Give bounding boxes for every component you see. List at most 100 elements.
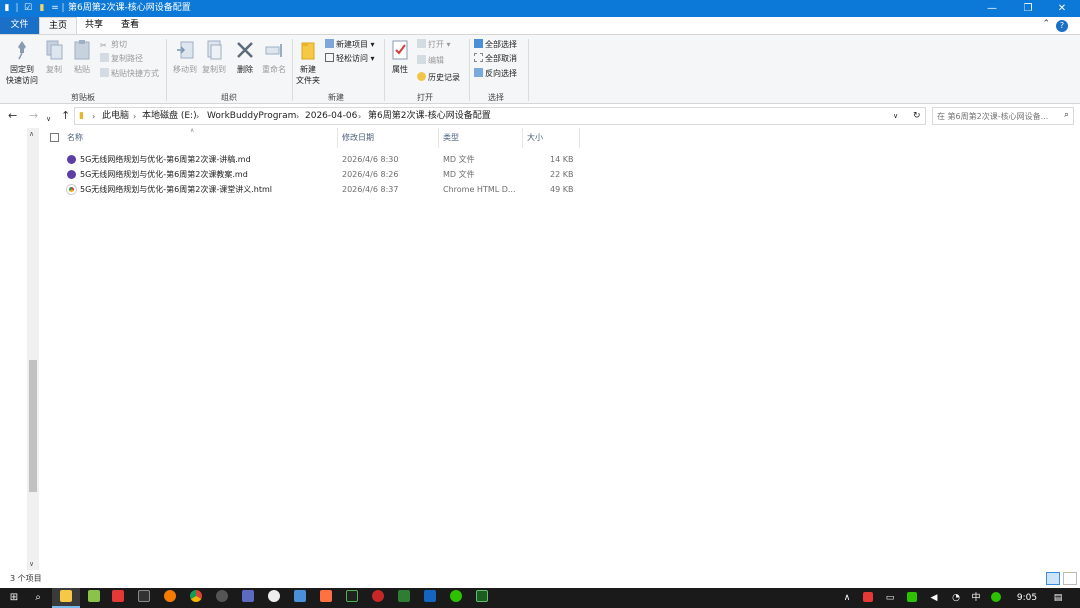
app-taskbar-icon[interactable]: [312, 588, 340, 608]
breadcrumb-workbuddy[interactable]: WorkBuddyProgram: [207, 108, 296, 125]
column-divider[interactable]: [337, 128, 338, 148]
delete-button[interactable]: 删除: [233, 39, 257, 75]
select-none-button[interactable]: 全部取消: [474, 53, 517, 64]
minimize-button[interactable]: —: [972, 0, 1012, 17]
collapse-ribbon-icon[interactable]: ⌃: [1042, 19, 1050, 29]
rename-button[interactable]: 重命名: [260, 39, 288, 75]
invert-selection-button[interactable]: 反向选择: [474, 68, 517, 79]
breadcrumb-local-disk[interactable]: 本地磁盘 (E:): [142, 108, 197, 125]
column-divider[interactable]: [579, 128, 580, 148]
address-box[interactable]: ▮ › 此电脑 › 本地磁盘 (E:) › WorkBuddyProgram ›…: [74, 107, 926, 125]
properties-button[interactable]: 属性: [388, 39, 412, 75]
refresh-icon[interactable]: ↻: [913, 108, 921, 125]
tray-app-icon[interactable]: [860, 588, 876, 608]
scroll-down-icon[interactable]: ∨: [29, 560, 34, 568]
wps-taskbar-icon[interactable]: [104, 588, 132, 608]
search-icon[interactable]: ⌕: [24, 588, 52, 608]
wechat-tray-icon[interactable]: [904, 588, 920, 608]
breadcrumb-separator-icon[interactable]: ›: [92, 108, 95, 125]
breadcrumb-separator-icon[interactable]: ›: [196, 108, 199, 125]
input-language-indicator[interactable]: 中: [968, 588, 984, 608]
copy-path-button[interactable]: 复制路径: [100, 53, 143, 64]
app-taskbar-icon[interactable]: [130, 588, 158, 608]
show-hidden-icons-icon[interactable]: ∧: [840, 588, 854, 608]
breadcrumb-separator-icon[interactable]: ›: [133, 108, 136, 125]
back-arrow-icon[interactable]: ←: [8, 109, 17, 123]
pin-quick-access-button[interactable]: 固定到 快速访问: [4, 39, 40, 86]
input-method-icon[interactable]: [988, 588, 1004, 608]
edit-button[interactable]: 编辑: [417, 55, 444, 66]
app-taskbar-icon[interactable]: [286, 588, 314, 608]
new-item-button[interactable]: 新建项目 ▾: [325, 39, 375, 50]
network-icon[interactable]: ◔: [948, 588, 964, 608]
app-taskbar-icon[interactable]: [208, 588, 236, 608]
close-button[interactable]: ✕: [1042, 0, 1080, 17]
terminal-taskbar-icon[interactable]: [338, 588, 366, 608]
tab-home[interactable]: 主页: [39, 17, 77, 34]
battery-icon[interactable]: ▭: [882, 588, 898, 608]
copy-icon: [46, 40, 63, 60]
tab-view[interactable]: 查看: [114, 17, 146, 34]
paste-button[interactable]: 粘贴: [70, 39, 94, 75]
notifications-icon[interactable]: ▤: [1048, 588, 1068, 608]
breadcrumb-separator-icon[interactable]: ›: [296, 108, 299, 125]
navigation-pane-scrollbar[interactable]: ∧ ∨: [27, 128, 39, 570]
app-taskbar-icon[interactable]: [364, 588, 392, 608]
properties-quick-icon[interactable]: ☑: [23, 2, 33, 14]
file-row[interactable]: 5G无线网络规划与优化-第6周第2次课-课堂讲义.html 2026/4/6 8…: [62, 182, 582, 197]
history-button[interactable]: 历史记录: [417, 72, 460, 83]
clock[interactable]: 9:05: [1010, 588, 1044, 608]
search-input[interactable]: [937, 108, 1053, 124]
easy-access-button[interactable]: 轻松访问 ▾: [325, 53, 375, 64]
up-arrow-icon[interactable]: ↑: [61, 109, 70, 123]
copy-button[interactable]: 复制: [43, 39, 65, 75]
column-header-size[interactable]: 大小: [527, 132, 543, 144]
file-row[interactable]: 5G无线网络规划与优化-第6周第2次课教案.md 2026/4/6 8:26 M…: [62, 167, 582, 182]
details-view-button[interactable]: [1046, 572, 1060, 585]
breadcrumb-this-pc[interactable]: 此电脑: [102, 108, 129, 125]
forward-arrow-icon[interactable]: →: [29, 109, 38, 123]
file-explorer-taskbar-icon[interactable]: [52, 588, 80, 608]
chrome-taskbar-icon[interactable]: [182, 588, 210, 608]
scroll-up-icon[interactable]: ∧: [29, 130, 34, 138]
tab-file[interactable]: 文件: [0, 17, 39, 34]
new-folder-button[interactable]: 新建 文件夹: [294, 39, 322, 86]
select-all-button[interactable]: 全部选择: [474, 39, 517, 50]
github-taskbar-icon[interactable]: [260, 588, 288, 608]
large-icons-view-button[interactable]: [1063, 572, 1077, 585]
open-button[interactable]: 打开 ▾: [417, 39, 451, 50]
search-app-taskbar-icon[interactable]: [156, 588, 184, 608]
wechat-taskbar-icon[interactable]: [442, 588, 470, 608]
ribbon-separator: [528, 39, 529, 101]
volume-icon[interactable]: ◀: [926, 588, 942, 608]
copy-to-button[interactable]: 复制到: [200, 39, 228, 75]
file-row[interactable]: 5G无线网络规划与优化-第6周第2次课-讲稿.md 2026/4/6 8:30 …: [62, 152, 582, 167]
breadcrumb-current-folder[interactable]: 第6周第2次课-核心网设备配置: [368, 108, 491, 125]
move-to-button[interactable]: 移动到: [170, 39, 200, 75]
app-taskbar-icon[interactable]: [468, 588, 496, 608]
scrollbar-thumb[interactable]: [29, 360, 37, 492]
app-taskbar-icon[interactable]: [416, 588, 444, 608]
file-size: 22 KB: [550, 170, 574, 179]
column-header-type[interactable]: 类型: [443, 132, 459, 144]
breadcrumb-date-folder[interactable]: 2026-04-06: [305, 108, 357, 125]
new-folder-quick-icon[interactable]: ▮: [37, 2, 47, 14]
paste-shortcut-icon: [100, 68, 109, 77]
app-taskbar-icon[interactable]: [390, 588, 418, 608]
paste-shortcut-button[interactable]: 粘贴快捷方式: [100, 68, 159, 79]
column-header-name[interactable]: 名称: [67, 132, 83, 144]
recent-locations-icon[interactable]: ∨: [46, 112, 51, 126]
cut-button[interactable]: ✂ 剪切: [100, 39, 127, 50]
help-icon[interactable]: ?: [1056, 20, 1068, 32]
tab-share[interactable]: 共享: [78, 17, 110, 34]
address-dropdown-icon[interactable]: ∨: [893, 108, 898, 125]
column-divider[interactable]: [522, 128, 523, 148]
column-header-modified[interactable]: 修改日期: [342, 132, 374, 144]
select-all-checkbox[interactable]: [50, 133, 59, 142]
search-icon[interactable]: ⌕: [1064, 110, 1069, 120]
app-taskbar-icon[interactable]: [234, 588, 262, 608]
pin-icon: [18, 41, 26, 60]
breadcrumb-separator-icon[interactable]: ›: [358, 108, 361, 125]
search-box[interactable]: ⌕: [932, 107, 1074, 125]
column-divider[interactable]: [438, 128, 439, 148]
